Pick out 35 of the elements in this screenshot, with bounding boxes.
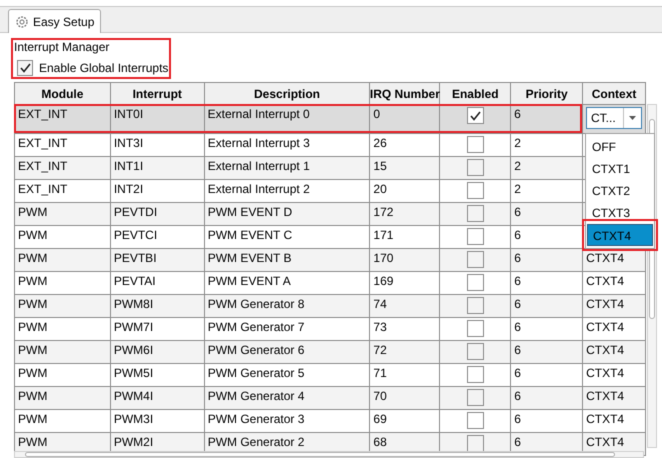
column-header[interactable]: Module (15, 83, 111, 105)
section-title: Interrupt Manager (14, 39, 110, 56)
column-header[interactable]: Priority (511, 83, 584, 105)
checkbox[interactable] (466, 136, 484, 153)
column-header[interactable]: IRQ Number (370, 83, 440, 105)
checkbox[interactable] (466, 412, 484, 429)
horizontal-scrollbar[interactable] (14, 451, 644, 458)
checkbox[interactable] (466, 205, 484, 222)
checkbox[interactable] (466, 274, 484, 291)
checkbox[interactable] (466, 297, 484, 314)
column-header[interactable]: Enabled (440, 83, 512, 105)
checkbox[interactable] (466, 159, 484, 176)
dropdown-option[interactable]: CTXT2 (587, 180, 653, 202)
tab[interactable]: Easy Setup (8, 9, 102, 33)
caret-icon (628, 116, 636, 120)
checkbox[interactable] (466, 343, 484, 360)
checkbox[interactable] (466, 182, 484, 199)
column-header[interactable]: Description (204, 83, 370, 105)
scrollbar-thumb[interactable] (25, 452, 615, 457)
checkbox[interactable] (466, 107, 484, 124)
context-dropdown[interactable]: CT... (586, 107, 642, 129)
column-header[interactable]: Interrupt (110, 83, 205, 105)
dropdown-option[interactable]: CTXT1 (587, 158, 653, 180)
checkbox[interactable] (17, 60, 33, 76)
checkbox[interactable] (466, 251, 484, 268)
checkbox[interactable] (466, 320, 484, 337)
checkmark-icon (20, 63, 30, 73)
checkbox[interactable] (466, 366, 484, 383)
checkbox[interactable] (466, 228, 484, 245)
gear-icon (15, 14, 29, 28)
dropdown-option[interactable]: OFF (587, 136, 653, 158)
checkbox[interactable] (466, 389, 484, 406)
checkbox-label: Enable Global Interrupts (39, 60, 168, 77)
dropdown-option[interactable]: CTXT3 (587, 202, 653, 224)
checkmark-icon (470, 110, 481, 120)
